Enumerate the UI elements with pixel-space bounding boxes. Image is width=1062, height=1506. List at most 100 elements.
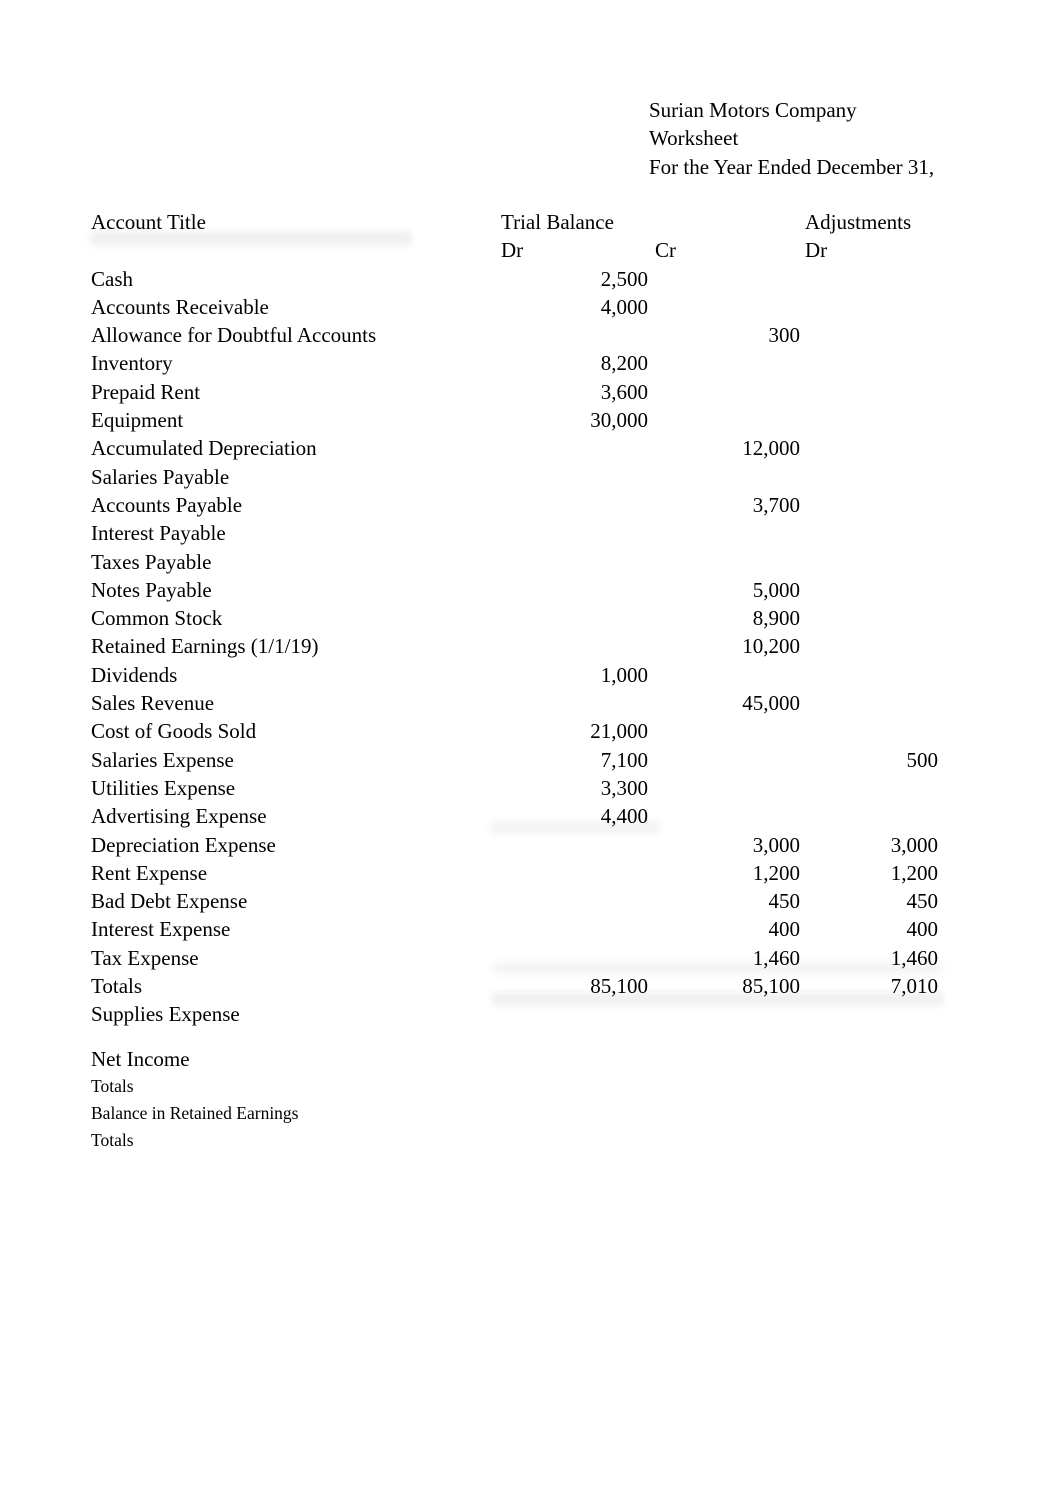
cell-account-title: Depreciation Expense	[91, 832, 276, 857]
column-header-adjustments: Adjustments	[805, 210, 912, 234]
table-row: Taxes Payable	[0, 548, 1062, 576]
cell-trial-balance-dr: 21,000	[590, 719, 648, 744]
table-header-row-groups: Account Title Trial Balance Adjustments	[0, 208, 1062, 236]
cell-account-title: Net Income	[91, 1046, 190, 1071]
table-row: Net Income	[0, 1045, 1062, 1073]
table-row: Tax Expense 1,460 1,460	[0, 944, 1062, 972]
cell-account-title: Equipment	[91, 408, 184, 433]
column-header-adj-dr: Dr	[805, 238, 828, 263]
cell-account-title: Common Stock	[91, 606, 223, 631]
table-row: Totals	[0, 1127, 1062, 1154]
table-row: Retained Earnings (1/1/19) 10,200	[0, 632, 1062, 660]
table-row: Rent Expense 1,200 1,200	[0, 859, 1062, 887]
table-row: Totals	[0, 1073, 1062, 1100]
cell-trial-balance-dr: 2,500	[600, 266, 648, 291]
cell-account-title: Inventory	[91, 351, 173, 376]
table-row: Allowance for Doubtful Accounts 300	[0, 321, 1062, 349]
table-row: Accounts Receivable 4,000	[0, 293, 1062, 321]
table-row: Supplies Expense	[0, 1000, 1062, 1028]
table-row: Interest Payable	[0, 519, 1062, 547]
cell-trial-balance-cr: 10,200	[742, 634, 800, 659]
worksheet-table: Account Title Trial Balance Adjustments …	[0, 208, 1062, 1154]
cell-account-title: Allowance for Doubtful Accounts	[91, 323, 377, 348]
cell-trial-balance-cr: 12,000	[742, 436, 800, 461]
cell-account-title: Sales Revenue	[91, 691, 215, 716]
table-row: Inventory 8,200	[0, 349, 1062, 377]
table-row: Sales Revenue 45,000	[0, 689, 1062, 717]
cell-adjustments-dr: 400	[906, 917, 939, 942]
cell-trial-balance-dr: 3,600	[600, 379, 648, 404]
column-header-account-title: Account Title	[91, 210, 206, 234]
table-row: Notes Payable 5,000	[0, 576, 1062, 604]
cell-account-title: Totals	[91, 1130, 134, 1151]
cell-trial-balance-cr: 45,000	[742, 691, 800, 716]
cell-account-title: Tax Expense	[91, 945, 199, 970]
table-row: Dividends 1,000	[0, 661, 1062, 689]
summary-rows-container: Net Income Totals Balance in Retained Earn…	[0, 1045, 1062, 1155]
cell-account-title: Advertising Expense	[91, 804, 267, 829]
cell-account-title: Accounts Receivable	[91, 294, 269, 319]
cell-account-title: Cash	[91, 266, 133, 291]
table-row: Accumulated Depreciation 12,000	[0, 434, 1062, 462]
table-header-row-drcr: Dr Cr Dr	[0, 236, 1062, 264]
worksheet-page: Surian Motors Company Worksheet For the …	[0, 0, 1062, 1506]
table-row: Totals 85,100 85,100 7,010	[0, 972, 1062, 1000]
cell-adjustments-dr: 7,010	[890, 974, 938, 999]
table-row: Common Stock 8,900	[0, 604, 1062, 632]
account-rows-container: Cash 2,500 Accounts Receivable 4,000 Allowan…	[0, 265, 1062, 1029]
cell-account-title: Retained Earnings (1/1/19)	[91, 634, 319, 659]
cell-account-title: Accounts Payable	[91, 492, 243, 517]
cell-trial-balance-cr: 3,700	[752, 492, 800, 517]
cell-account-title: Bad Debt Expense	[91, 889, 248, 914]
period-covered: For the Year Ended December 31,	[649, 154, 935, 179]
table-row: Accounts Payable 3,700	[0, 491, 1062, 519]
cell-account-title: Totals	[91, 1075, 134, 1096]
cell-account-title: Interest Expense	[91, 917, 231, 942]
cell-trial-balance-dr: 30,000	[590, 408, 648, 433]
table-row: Bad Debt Expense 450 450	[0, 887, 1062, 915]
table-row: Balance in Retained Earnings	[0, 1100, 1062, 1127]
document-title-block: Surian Motors Company Worksheet For the …	[649, 96, 1049, 181]
cell-adjustments-dr: 1,200	[890, 860, 938, 885]
cell-adjustments-dr: 500	[906, 747, 939, 772]
column-header-trial-balance: Trial Balance	[501, 210, 614, 234]
document-type: Worksheet	[649, 126, 739, 151]
table-row: Cost of Goods Sold 21,000	[0, 717, 1062, 745]
cell-trial-balance-dr: 3,300	[600, 775, 648, 800]
table-row: Salaries Expense 7,100 500	[0, 746, 1062, 774]
cell-account-title: Supplies Expense	[91, 1002, 240, 1027]
cell-account-title: Rent Expense	[91, 860, 208, 885]
cell-trial-balance-dr: 8,200	[600, 351, 648, 376]
cell-trial-balance-cr: 8,900	[752, 606, 800, 631]
cell-account-title: Accumulated Depreciation	[91, 436, 317, 461]
cell-account-title: Notes Payable	[91, 577, 212, 602]
table-row: Cash 2,500	[0, 265, 1062, 293]
cell-trial-balance-dr: 4,000	[600, 294, 648, 319]
cell-account-title: Cost of Goods Sold	[91, 719, 257, 744]
cell-account-title: Prepaid Rent	[91, 379, 201, 404]
table-row: Advertising Expense 4,400	[0, 802, 1062, 830]
cell-adjustments-dr: 1,460	[890, 945, 938, 970]
cell-account-title: Interest Payable	[91, 521, 226, 546]
cell-trial-balance-dr: 1,000	[600, 662, 648, 687]
cell-account-title: Taxes Payable	[91, 549, 212, 574]
cell-trial-balance-dr: 7,100	[600, 747, 648, 772]
cell-account-title: Salaries Expense	[91, 747, 234, 772]
column-header-tb-cr: Cr	[655, 238, 676, 263]
cell-trial-balance-cr: 5,000	[752, 577, 800, 602]
table-row: Salaries Payable	[0, 463, 1062, 491]
company-name: Surian Motors Company	[649, 98, 857, 122]
cell-account-title: Balance in Retained Earnings	[91, 1103, 299, 1124]
cell-trial-balance-dr: 4,400	[600, 804, 648, 829]
table-row: Depreciation Expense 3,000 3,000	[0, 831, 1062, 859]
cell-adjustments-dr: 450	[906, 889, 939, 914]
cell-account-title: Utilities Expense	[91, 775, 236, 800]
cell-trial-balance-cr: 300	[768, 323, 801, 348]
cell-adjustments-dr: 3,000	[890, 832, 938, 857]
cell-account-title: Salaries Payable	[91, 464, 230, 489]
cell-account-title: Dividends	[91, 662, 178, 687]
table-row: Prepaid Rent 3,600	[0, 378, 1062, 406]
column-header-tb-dr: Dr	[501, 238, 524, 263]
table-row: Equipment 30,000	[0, 406, 1062, 434]
table-row: Interest Expense 400 400	[0, 915, 1062, 943]
